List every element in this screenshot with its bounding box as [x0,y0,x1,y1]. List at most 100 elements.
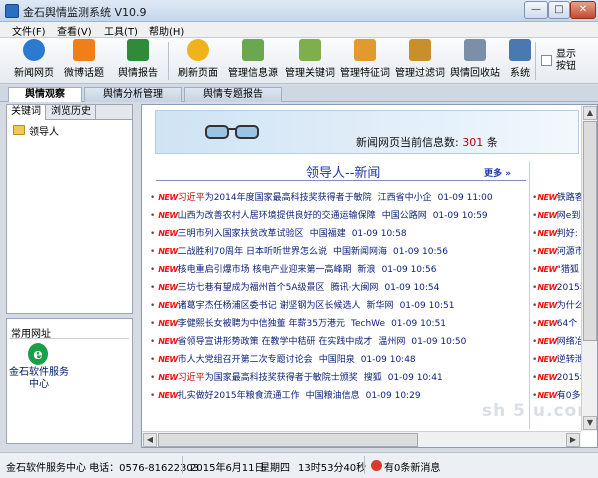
left-panel: 关键词 浏览历史 领导人 常用网址 e 金石软件服务中心 [6,104,133,444]
scroll-down-icon[interactable]: ▼ [583,416,597,430]
new-badge: NEW [158,283,178,292]
new-badge: NEW [158,391,178,400]
news-web-button[interactable]: 新闻网页 [10,39,58,83]
app-icon [5,4,19,18]
filter-folder-icon [409,39,431,61]
menu-view[interactable]: 查看(V) [57,23,92,38]
status-company: 金石软件服务中心 电话：0576-81622303 [6,463,200,474]
new-badge: NEW [158,265,178,274]
new-badge: NEW [158,211,178,220]
more-link[interactable]: 更多 » [484,166,511,179]
divider [9,338,129,339]
menu-file[interactable]: 文件(F) [12,23,46,38]
news-item[interactable]: • NEW习近平为2014年度国家最高科技奖获得者于敏院 江西省中小企 01-09 … [150,191,530,205]
menu-help[interactable]: 帮助(H) [149,23,184,38]
menu-bar: 文件(F) 查看(V) 工具(T) 帮助(H) [0,22,598,38]
news-item[interactable]: • NEW诸葛宇杰任杨浦区委书记 谢坚钢为区长候选人 新华网 01-09 10:51 [150,299,530,313]
status-date: 2015年6月11日 [190,463,265,474]
refresh-star-icon [187,39,209,61]
new-badge: NEW [158,229,178,238]
folder-icon [13,125,25,135]
tab-reports[interactable]: 舆情专题报告 [184,87,282,102]
quick-link-jinshi[interactable]: 金石软件服务中心 [9,367,69,391]
status-weekday: 星期四 [260,463,290,474]
menu-tools[interactable]: 工具(T) [104,23,138,38]
scroll-up-icon[interactable]: ▲ [583,106,597,120]
browser-icon[interactable]: e [28,343,48,365]
status-bar: 金石软件服务中心 电话：0576-81622303 2015年6月11日 星期四… [0,452,598,478]
excel-report-icon [127,39,149,61]
recycle-bin-button[interactable]: 舆情回收站 [447,39,503,83]
new-badge: NEW [158,319,178,328]
weibo-rss-icon [73,39,95,61]
system-icon [509,39,531,61]
feature-word-icon [354,39,376,61]
info-count-text: 新闻网页当前信息数: 301 条 [356,136,498,149]
main-tabs: 舆情观察 舆情分析管理 舆情专题报告 [0,86,598,102]
close-button[interactable]: ✕ [570,1,596,19]
scroll-right-icon[interactable]: ▶ [566,433,580,447]
vertical-scrollbar[interactable]: ▲ ▼ [581,105,597,431]
news-item[interactable]: • NEW扎实做好2015年粮食流通工作 中国粮油信息 01-09 10:29 [150,389,530,403]
new-badge: NEW [158,337,178,346]
news-item[interactable]: • NEW三坊七巷有望成为福州首个5A级景区 腾讯·大闽网 01-09 10:54 [150,281,530,295]
tab-observe[interactable]: 舆情观察 [8,87,82,102]
left-subtabs: 关键词 浏览历史 [6,104,133,120]
status-messages[interactable]: 有0条新消息 [384,459,440,474]
section-header: 领导人--新闻 更多 » [156,161,526,181]
report-button[interactable]: 舆情报告 [114,39,162,83]
watermark: sh 5 u.com [482,401,596,421]
manage-keywords-button[interactable]: 管理关键词 [282,39,338,83]
manage-filter-words-button[interactable]: 管理过滤词 [392,39,448,83]
minimize-button[interactable]: — [524,1,548,19]
manage-sources-button[interactable]: 管理信息源 [225,39,281,83]
show-buttons-label: 显示按钮 [556,49,576,72]
content-pane: 新闻网页当前信息数: 301 条 领导人--新闻 更多 » • NEW习近平为2… [141,104,598,448]
news-item[interactable]: • NEW二战胜利70周年 日本听听世界怎么说 中国新闻网海 01-09 10:56 [150,245,530,259]
new-badge: NEW [158,355,178,364]
show-buttons-checkbox[interactable] [541,55,552,66]
news-web-icon [23,39,45,61]
title-bar: 金石舆情监测系统 V10.9 — □ ✕ [0,0,598,22]
news-item[interactable]: • NEW山西为改善农村人居环境提供良好的交通运输保障 中国公路网 01-09 10… [150,209,530,223]
manage-feature-words-button[interactable]: 管理特征词 [337,39,393,83]
tab-analysis[interactable]: 舆情分析管理 [84,87,182,102]
column-divider [529,161,530,429]
status-separator [364,456,365,474]
news-item[interactable]: • NEW省领导宣讲形势政策 在教学中秸研 在实践中成才 温州网 01-09 10:… [150,335,530,349]
source-list-icon [242,39,264,61]
toolbar: 新闻网页 微博话题 舆情报告 刷新页面 管理信息源 管理关键词 管理特征词 管理… [0,38,598,84]
tree-item-leader[interactable]: 领导人 [29,123,59,138]
news-item[interactable]: • NEW李健熙长女被聘为中信独董 年薪35万港元 TechWe 01-09 10:… [150,317,530,331]
new-badge: NEW [158,193,178,202]
new-badge: NEW [158,247,178,256]
toolbar-separator [535,42,536,80]
recycle-bin-icon [464,39,486,61]
glasses-icon [205,125,259,139]
info-banner: 新闻网页当前信息数: 301 条 [155,110,579,154]
horizontal-scroll-thumb[interactable] [158,433,418,447]
subtab-keywords[interactable]: 关键词 [7,105,46,120]
status-time: 13时53分40秒 [298,463,367,474]
quick-links-panel: 常用网址 e 金石软件服务中心 [6,318,133,444]
horizontal-scrollbar[interactable]: ◀ ▶ [142,431,581,447]
weibo-topic-button[interactable]: 微博话题 [60,39,108,83]
scroll-left-icon[interactable]: ◀ [143,433,157,447]
info-count: 301 [462,136,484,149]
news-item[interactable]: • NEW习近平为国家最高科技奖获得者于敏院士颁奖 搜狐 01-09 10:41 [150,371,530,385]
section-title: 领导人--新闻 [306,166,381,181]
message-alert-icon [371,460,382,471]
vertical-scroll-thumb[interactable] [583,121,597,341]
news-item[interactable]: • NEW核电重启引爆市场 核电产业迎来第一高峰期 新浪 01-09 10:56 [150,263,530,277]
news-item[interactable]: • NEW三明市列入国家扶贫改革试验区 中国福建 01-09 10:58 [150,227,530,241]
maximize-button[interactable]: □ [548,1,570,19]
toolbar-separator [168,42,169,80]
news-item[interactable]: • NEW市人大党组召开第二次专题讨论会 中国阳泉 01-09 10:48 [150,353,530,367]
status-separator [182,456,183,474]
keyword-tree: 领导人 [6,120,133,314]
refresh-button[interactable]: 刷新页面 [174,39,222,83]
system-button[interactable]: 系统 [506,39,534,83]
new-badge: NEW [158,373,178,382]
new-badge: NEW [158,301,178,310]
subtab-history[interactable]: 浏览历史 [47,105,96,120]
